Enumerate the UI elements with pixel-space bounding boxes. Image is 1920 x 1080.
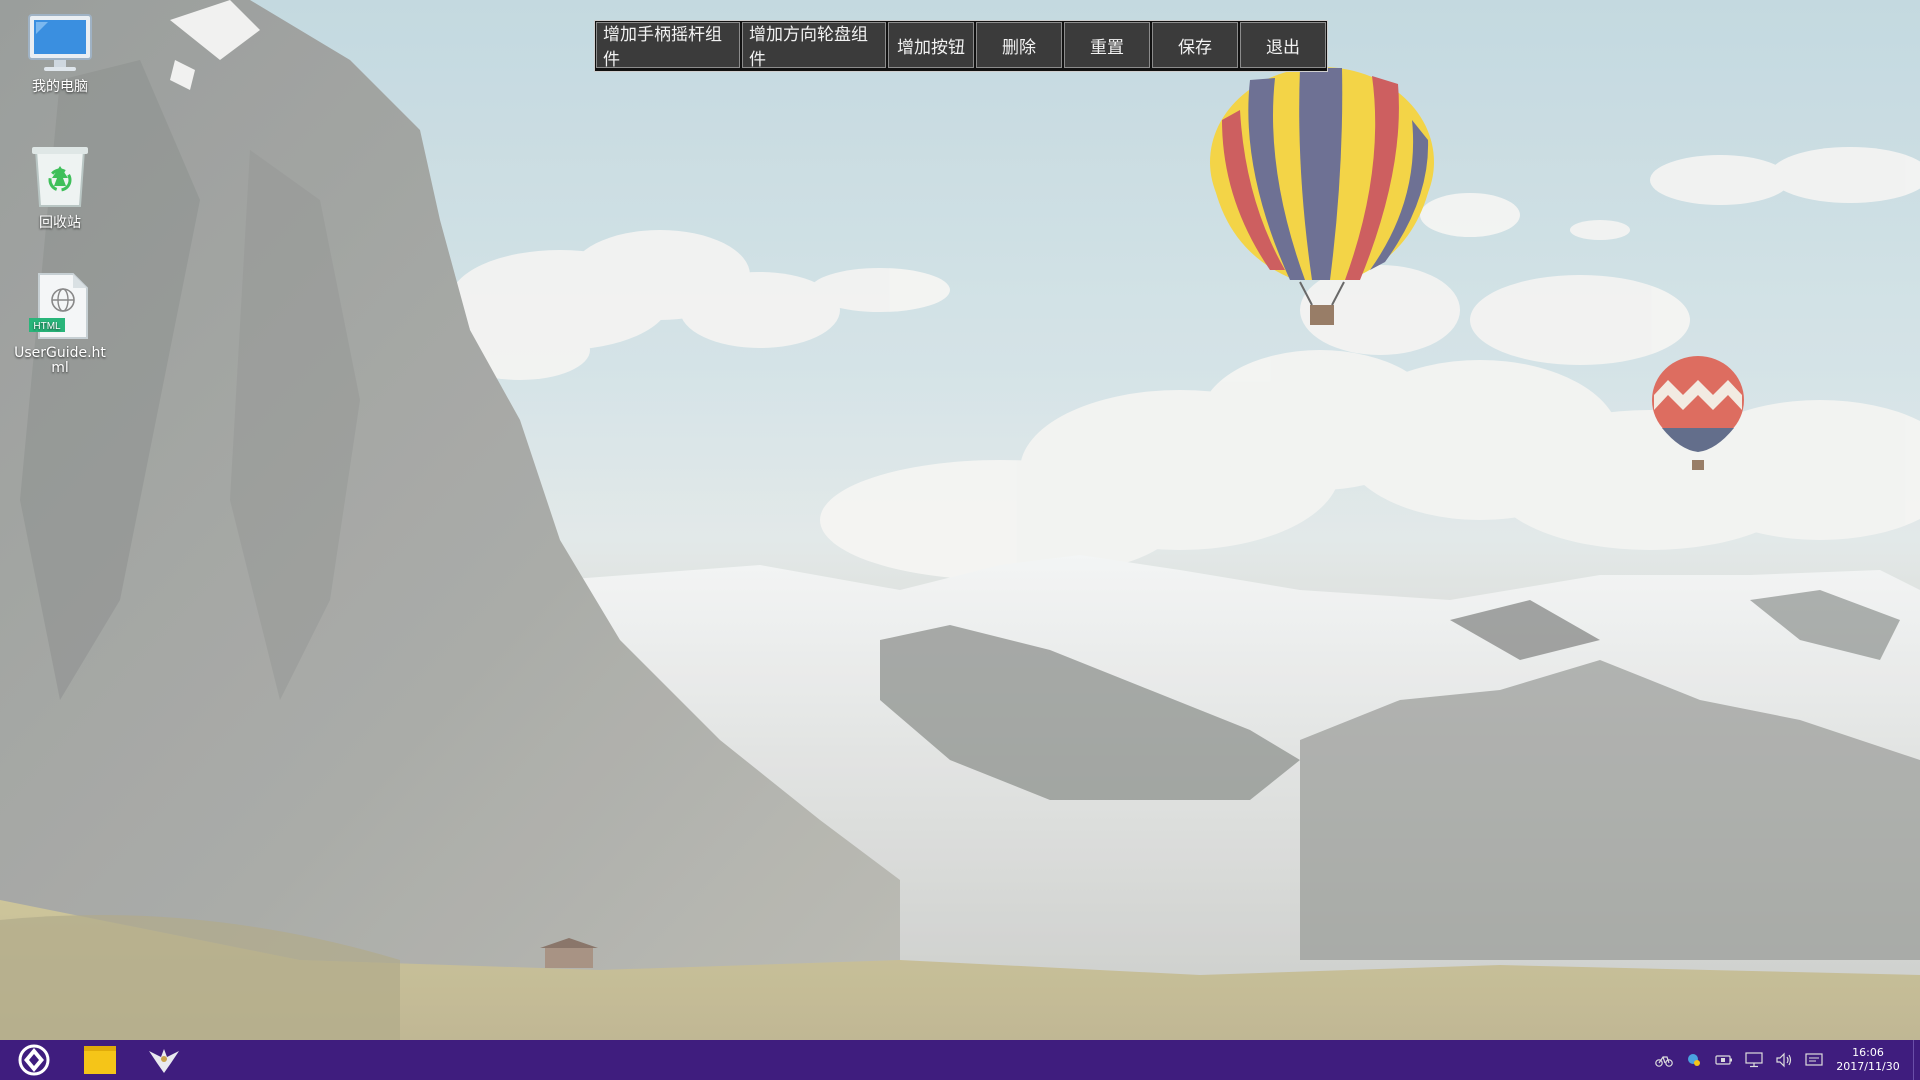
taskbar-eagle-app[interactable]: [140, 1040, 188, 1080]
start-button[interactable]: [10, 1040, 58, 1080]
notification-icon: [1805, 1053, 1823, 1066]
display-icon: [1745, 1052, 1763, 1068]
desktop-icon-my-computer[interactable]: 我的电脑: [10, 12, 110, 95]
clock-date: 2017/11/30: [1836, 1060, 1900, 1073]
file-manager-icon: [84, 1046, 116, 1074]
html-file-icon: HTML: [29, 273, 88, 339]
tray-display[interactable]: [1739, 1040, 1769, 1080]
tray-app-status[interactable]: [1679, 1040, 1709, 1080]
wallpaper: [0, 0, 1920, 1040]
add-button-button[interactable]: 增加按钮: [888, 22, 974, 68]
taskbar: 16:06 2017/11/30: [0, 1040, 1920, 1080]
desktop-icon-label: 回收站: [39, 215, 81, 231]
taskbar-clock[interactable]: 16:06 2017/11/30: [1829, 1046, 1907, 1074]
volume-icon: [1776, 1052, 1792, 1068]
show-desktop-button[interactable]: [1913, 1040, 1920, 1080]
save-button[interactable]: 保存: [1152, 22, 1238, 68]
bicycle-icon: [1655, 1056, 1673, 1067]
app-status-icon: [1688, 1054, 1700, 1066]
exit-button[interactable]: 退出: [1240, 22, 1326, 68]
reset-button[interactable]: 重置: [1064, 22, 1150, 68]
add-dpad-button[interactable]: 增加方向轮盘组件: [742, 22, 886, 70]
system-tray: 16:06 2017/11/30: [1649, 1040, 1920, 1080]
desktop-icon-label: 我的电脑: [32, 79, 88, 95]
battery-icon: [1715, 1055, 1732, 1065]
tray-bicycle[interactable]: [1649, 1040, 1679, 1080]
start-menu-icon: [18, 1044, 50, 1076]
tray-volume[interactable]: [1769, 1040, 1799, 1080]
edit-toolbar: 增加手柄摇杆组件 增加方向轮盘组件 增加按钮 删除 重置 保存 退出: [594, 20, 1328, 72]
tray-notification[interactable]: [1799, 1040, 1829, 1080]
clock-time: 16:06: [1852, 1046, 1884, 1059]
tray-battery[interactable]: [1709, 1040, 1739, 1080]
recycle-bin-icon: [32, 147, 88, 207]
desktop-icon-label: UserGuide.html: [14, 345, 106, 376]
html-badge: HTML: [33, 321, 61, 332]
eagle-app-icon: [149, 1049, 179, 1073]
taskbar-file-manager[interactable]: [76, 1040, 124, 1080]
add-joystick-button[interactable]: 增加手柄摇杆组件: [596, 22, 740, 70]
computer-icon: [28, 14, 92, 71]
desktop-icon-recycle-bin[interactable]: 回收站: [10, 144, 110, 231]
desktop-icon-userguide[interactable]: HTML UserGuide.html: [10, 272, 110, 376]
desktop: 我的电脑 回收站 HTML UserGuide.html 增加手柄摇杆组件 增加…: [0, 0, 1920, 1040]
delete-button[interactable]: 删除: [976, 22, 1062, 68]
